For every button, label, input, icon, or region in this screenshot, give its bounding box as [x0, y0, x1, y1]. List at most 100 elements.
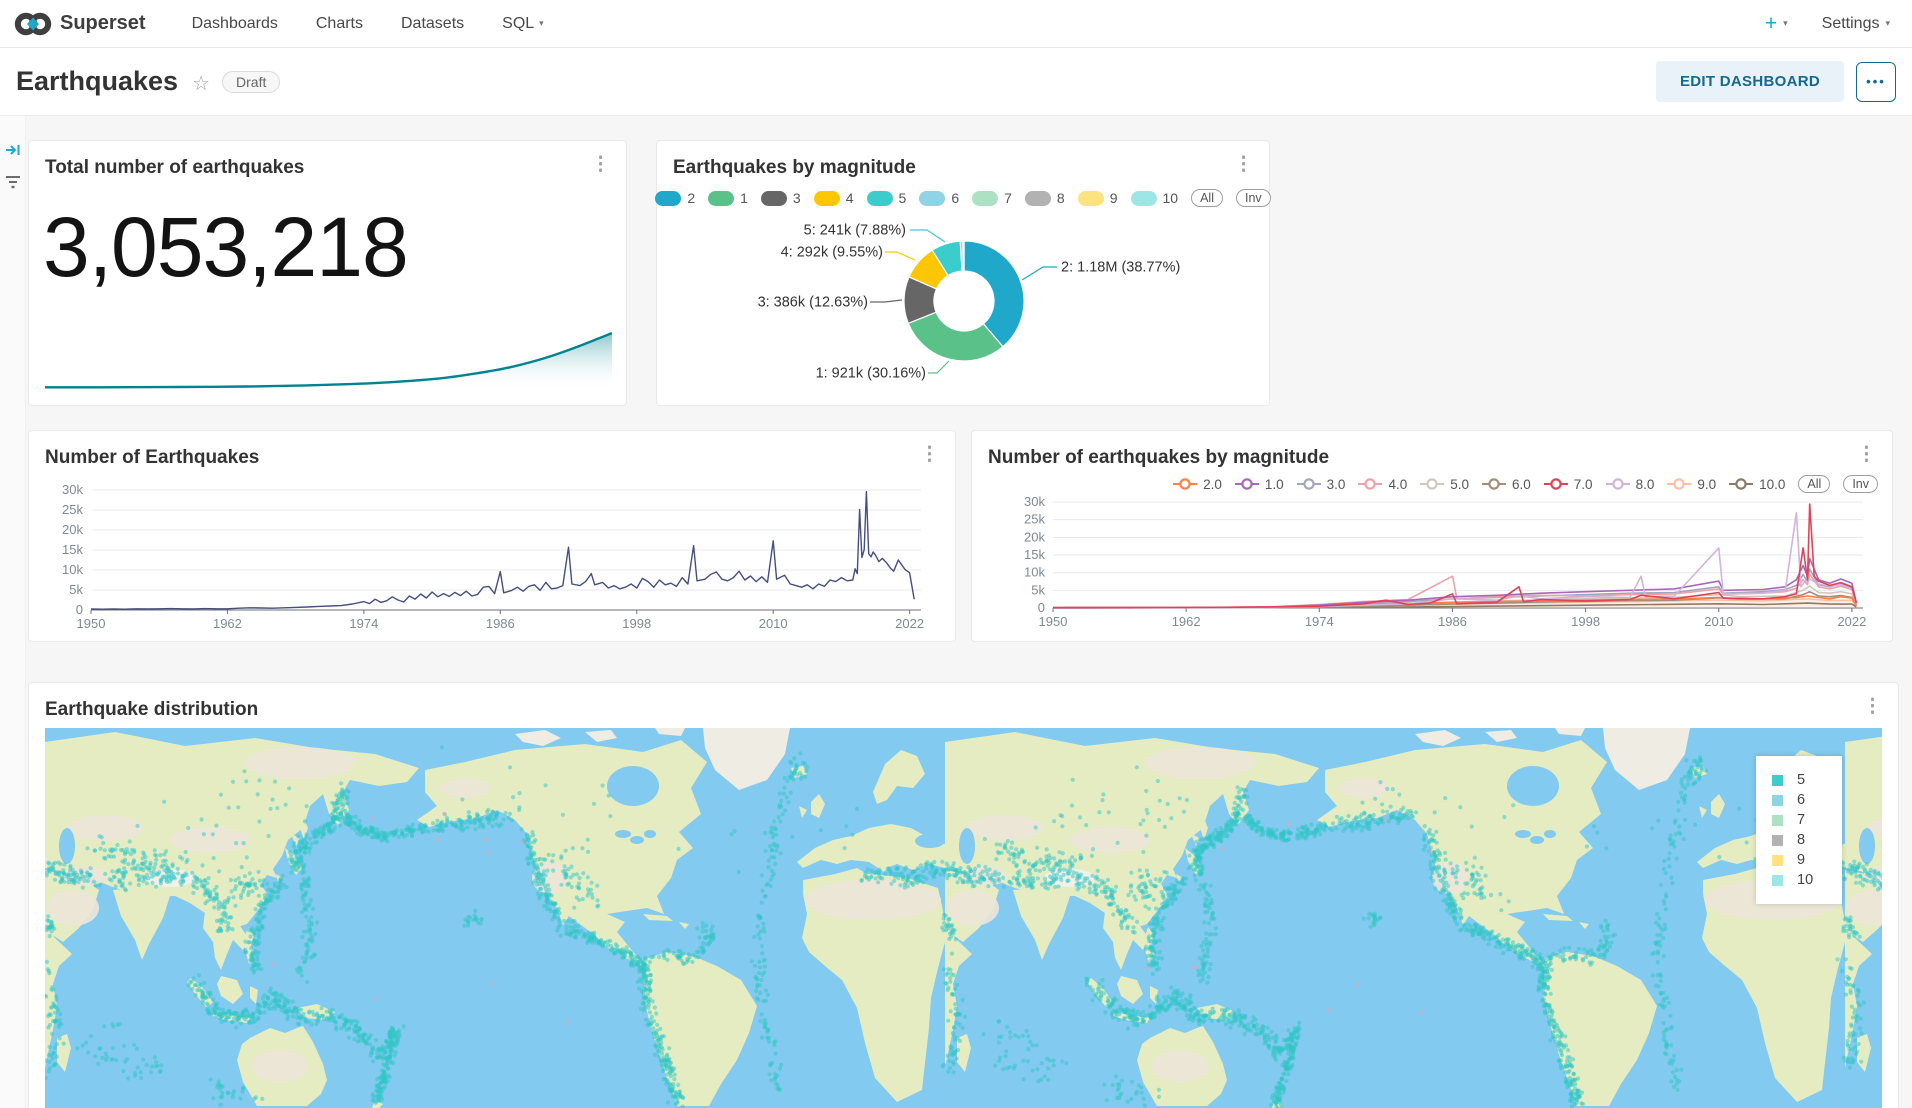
svg-text:20k: 20k [1024, 529, 1045, 544]
map-legend-item-6: 6 [1772, 792, 1842, 808]
expand-filter-bar-icon[interactable] [5, 142, 21, 158]
legend-item-9[interactable]: 9 [1078, 190, 1118, 206]
svg-text:25k: 25k [1024, 512, 1045, 527]
svg-text:1950: 1950 [1039, 614, 1068, 629]
map-legend-item-8: 8 [1772, 832, 1842, 848]
legend-label: 6 [951, 190, 959, 206]
superset-logo[interactable]: Superset [14, 10, 146, 38]
legend-swatch [919, 191, 945, 206]
nav-item-dashboards[interactable]: Dashboards [192, 15, 278, 33]
dashboard-content: Total number of earthquakes ⋮ 3,053,218 … [0, 116, 1912, 1108]
card-earthquakes-by-magnitude-lines: Number of earthquakes by magnitude ⋮ 2.0… [971, 430, 1893, 642]
nav-item-datasets[interactable]: Datasets [401, 15, 464, 33]
legend-item-8[interactable]: 8 [1025, 190, 1065, 206]
svg-text:15k: 15k [1024, 547, 1045, 562]
svg-text:4: 292k (9.55%): 4: 292k (9.55%) [781, 245, 883, 261]
draft-status-badge: Draft [222, 71, 280, 93]
legend-label: 7 [1797, 812, 1805, 828]
legend-item-1[interactable]: 1 [708, 190, 748, 206]
legend-item-4[interactable]: 4 [814, 190, 854, 206]
legend-swatch [1772, 795, 1783, 806]
more-options-button[interactable]: ••• [1856, 62, 1896, 102]
legend-swatch [1772, 775, 1783, 786]
chevron-down-icon: ▾ [1783, 18, 1788, 29]
trend-sparkline [45, 329, 612, 391]
collapsed-filter-bar [0, 116, 26, 1108]
map-legend: 5 6 7 8 9 10 [1756, 756, 1842, 904]
filter-icon[interactable] [5, 174, 21, 190]
legend-label: 5 [899, 190, 907, 206]
legend-swatch [1025, 191, 1051, 206]
legend-item-3[interactable]: 3 [761, 190, 801, 206]
legend-item-6[interactable]: 6 [919, 190, 959, 206]
svg-text:2022: 2022 [1837, 614, 1866, 629]
kebab-menu-icon[interactable]: ⋮ [1857, 695, 1888, 718]
donut-chart[interactable]: 2: 1.18M (38.77%)1: 921k (30.16%)3: 386k… [657, 213, 1271, 403]
new-item-button[interactable]: +▾ [1765, 12, 1788, 36]
legend-label: 9 [1110, 190, 1118, 206]
legend-label: 10 [1797, 872, 1813, 888]
legend-item-5[interactable]: 5 [867, 190, 907, 206]
legend-swatch [1078, 191, 1104, 206]
legend-item-7[interactable]: 7 [972, 190, 1012, 206]
chevron-down-icon: ▾ [1885, 18, 1890, 29]
legend-label: 6 [1797, 792, 1805, 808]
map-canvas [45, 728, 1882, 1108]
svg-text:15k: 15k [62, 542, 83, 557]
nav-item-charts[interactable]: Charts [316, 15, 363, 33]
legend-swatch [1772, 855, 1783, 866]
legend-label: 8 [1057, 190, 1065, 206]
legend-label: 3 [793, 190, 801, 206]
map-legend-item-10: 10 [1772, 872, 1842, 888]
kebab-menu-icon[interactable]: ⋮ [585, 153, 616, 176]
legend-swatch [1131, 191, 1157, 206]
svg-text:5k: 5k [69, 582, 83, 597]
svg-text:1986: 1986 [1438, 614, 1467, 629]
map-legend-item-5: 5 [1772, 772, 1842, 788]
svg-text:2022: 2022 [895, 616, 924, 631]
svg-text:30k: 30k [62, 482, 83, 497]
legend-swatch [972, 191, 998, 206]
svg-text:1998: 1998 [622, 616, 651, 631]
svg-text:1998: 1998 [1571, 614, 1600, 629]
chart-title: Earthquake distribution [45, 699, 258, 721]
legend-inv-button[interactable]: Inv [1236, 189, 1271, 207]
map-legend-item-9: 9 [1772, 852, 1842, 868]
legend-swatch [761, 191, 787, 206]
svg-text:5k: 5k [1031, 582, 1045, 597]
line-chart[interactable]: 05k10k15k20k25k30k1950196219741986199820… [29, 431, 957, 643]
map-legend-item-7: 7 [1772, 812, 1842, 828]
dashboard-header: Earthquakes ☆ Draft EDIT DASHBOARD ••• [0, 48, 1912, 116]
chevron-down-icon: ▾ [539, 18, 544, 29]
legend-swatch [708, 191, 734, 206]
svg-text:1962: 1962 [1172, 614, 1201, 629]
legend-label: 1 [740, 190, 748, 206]
svg-text:10k: 10k [62, 562, 83, 577]
svg-text:25k: 25k [62, 502, 83, 517]
page-title: Earthquakes [16, 66, 178, 97]
multi-line-chart[interactable]: 05k10k15k20k25k30k1950196219741986199820… [972, 431, 1894, 643]
svg-text:1: 921k (30.16%): 1: 921k (30.16%) [816, 366, 926, 382]
card-earthquake-distribution: Earthquake distribution ⋮ 5 6 7 8 9 10 [28, 682, 1899, 1108]
nav-item-sql[interactable]: SQL▾ [502, 15, 544, 33]
card-earthquakes-by-magnitude: Earthquakes by magnitude ⋮ 21345678910Al… [656, 140, 1270, 406]
world-map[interactable]: 5 6 7 8 9 10 [45, 728, 1882, 1108]
legend-all-button[interactable]: All [1191, 189, 1223, 207]
legend-item-2[interactable]: 2 [655, 190, 695, 206]
legend-label: 7 [1004, 190, 1012, 206]
svg-text:10k: 10k [1024, 565, 1045, 580]
top-navbar: Superset Dashboards Charts Datasets SQL▾… [0, 0, 1912, 48]
svg-text:20k: 20k [62, 522, 83, 537]
edit-dashboard-button[interactable]: EDIT DASHBOARD [1656, 61, 1844, 102]
svg-text:1950: 1950 [77, 616, 106, 631]
legend-swatch [1772, 835, 1783, 846]
legend-swatch [814, 191, 840, 206]
brand-name: Superset [60, 12, 146, 35]
settings-menu[interactable]: Settings▾ [1822, 15, 1890, 33]
kebab-menu-icon[interactable]: ⋮ [1228, 153, 1259, 176]
favorite-star-icon[interactable]: ☆ [192, 71, 210, 96]
header-actions: EDIT DASHBOARD ••• [1656, 61, 1896, 102]
svg-text:30k: 30k [1024, 494, 1045, 509]
card-total-earthquakes: Total number of earthquakes ⋮ 3,053,218 [28, 140, 627, 406]
legend-item-10[interactable]: 10 [1131, 190, 1179, 206]
